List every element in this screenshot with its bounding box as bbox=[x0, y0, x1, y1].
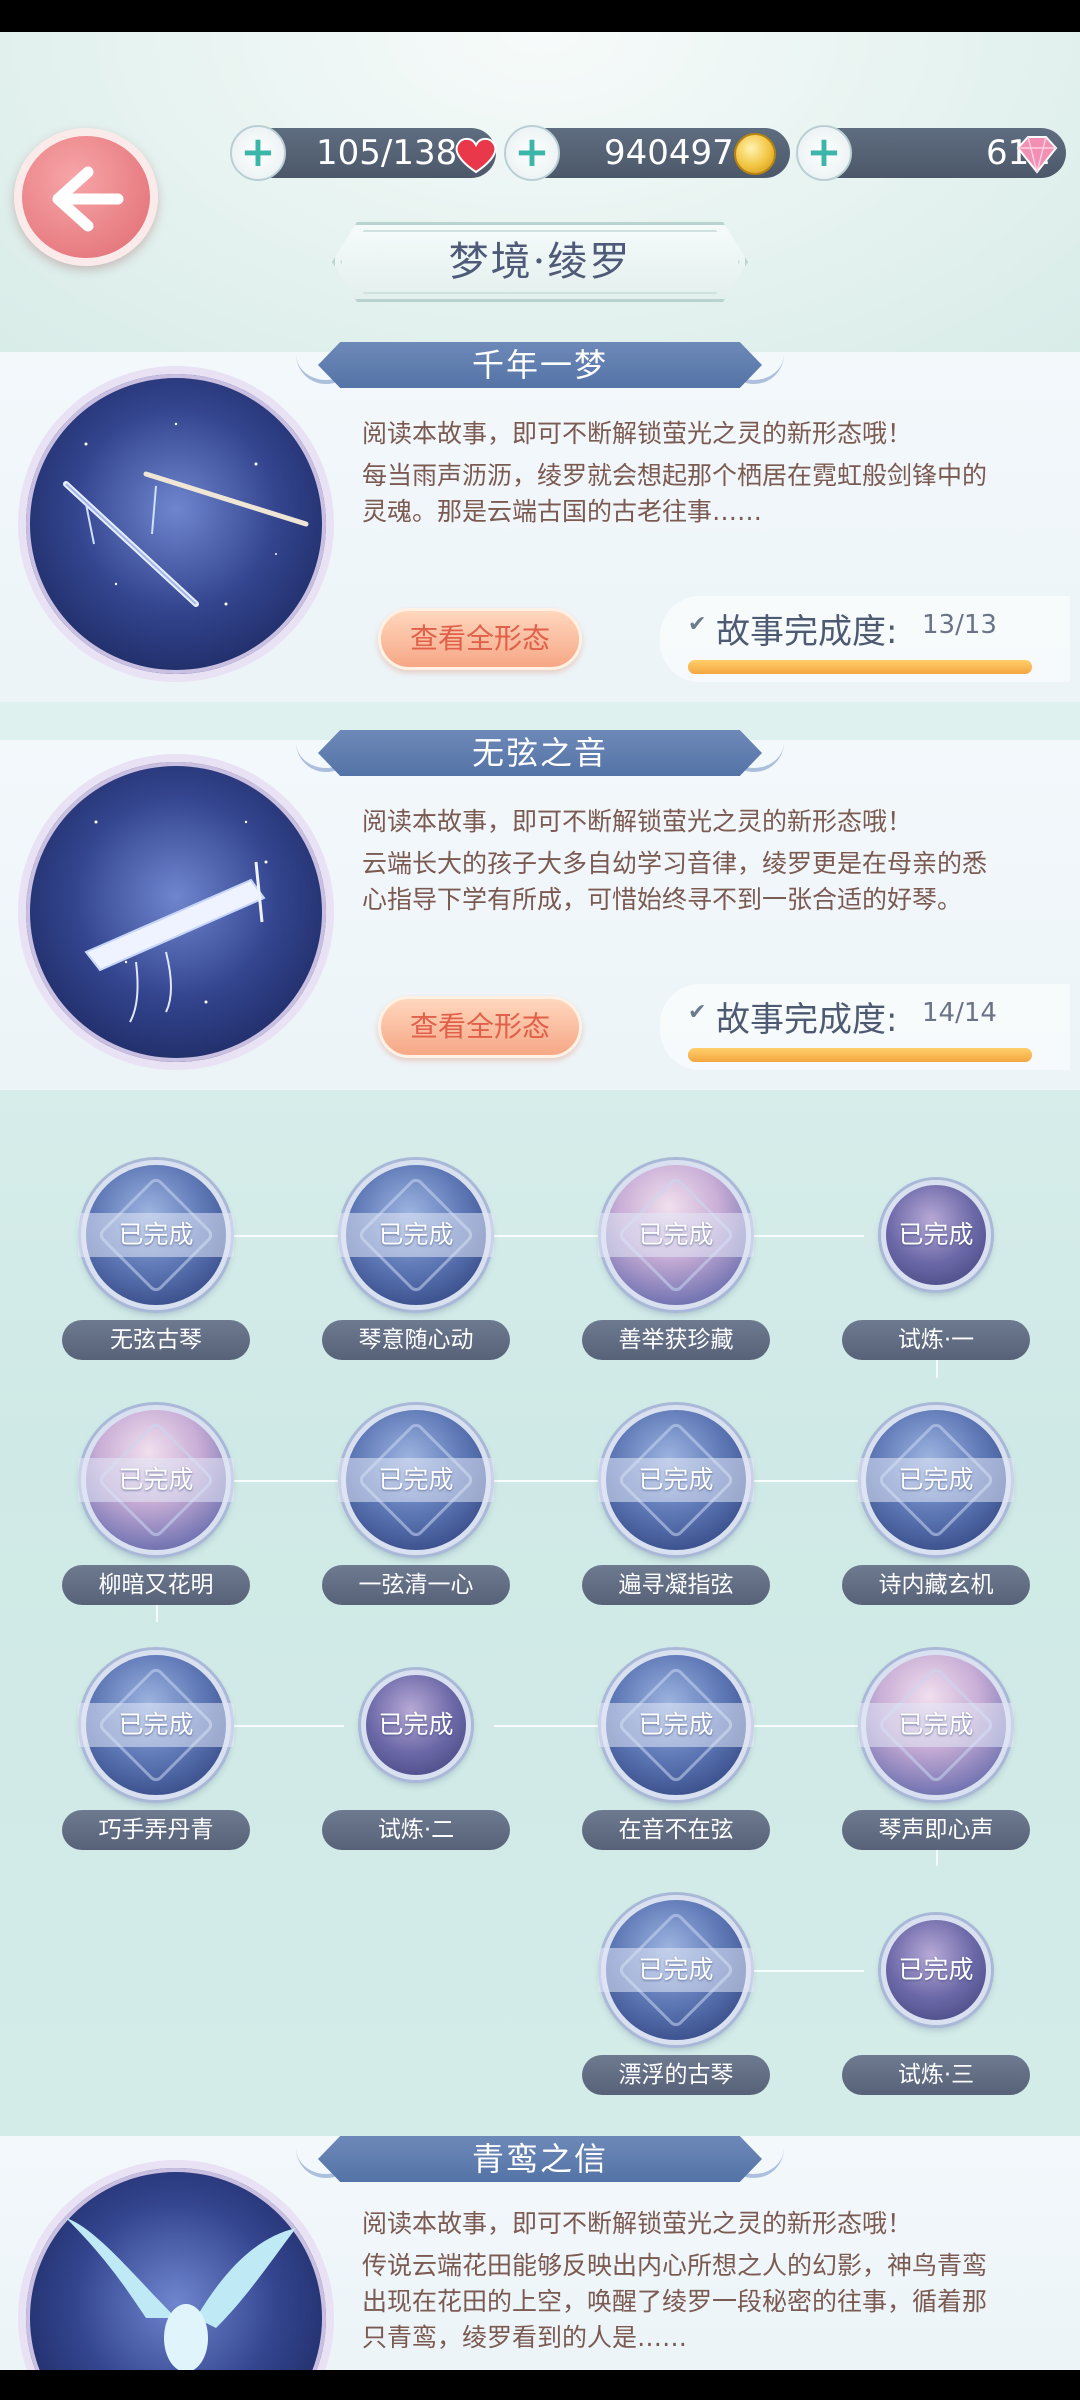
story-intro: 阅读本故事，即可不断解锁萤光之灵的新形态哦！ bbox=[362, 419, 913, 448]
story-intro: 阅读本故事，即可不断解锁萤光之灵的新形态哦！ bbox=[362, 807, 913, 836]
chapter-label: 巧手弄丹青 bbox=[62, 1810, 250, 1850]
stamina-value: 105/138 bbox=[316, 133, 458, 173]
add-gems-button[interactable]: + bbox=[796, 125, 852, 181]
plus-icon: + bbox=[514, 127, 550, 176]
view-all-forms-button[interactable]: 查看全形态 bbox=[378, 608, 582, 670]
chapter-label: 漂浮的古琴 bbox=[582, 2055, 770, 2095]
story-intro: 阅读本故事，即可不断解锁萤光之灵的新形态哦！ bbox=[362, 2209, 913, 2238]
chapter-label: 一弦清一心 bbox=[322, 1565, 510, 1605]
story-title: 无弦之音 bbox=[471, 734, 608, 772]
chapter-label: 诗内藏玄机 bbox=[842, 1565, 1030, 1605]
checkmark-icon: ✔ bbox=[688, 1000, 707, 1025]
coins-pill: + 940497 bbox=[504, 125, 790, 181]
chapter-node[interactable]: 已完成 在音不在弦 bbox=[582, 1650, 770, 1850]
story-description: 阅读本故事，即可不断解锁萤光之灵的新形态哦！ 云端长大的孩子大多自幼学习音律，绫… bbox=[362, 804, 1002, 924]
navigation-bar bbox=[0, 2370, 1080, 2400]
progress-value: 13/13 bbox=[922, 610, 997, 640]
chapter-label: 善举获珍藏 bbox=[582, 1320, 770, 1360]
chapter-node[interactable]: 已完成 琴声即心声 bbox=[842, 1650, 1030, 1850]
chapter-node[interactable]: 已完成 柳暗又花明 bbox=[62, 1405, 250, 1605]
progress-value: 14/14 bbox=[922, 998, 997, 1028]
chapter-label: 遍寻凝指弦 bbox=[582, 1565, 770, 1605]
page-title: 梦境·绫罗 bbox=[448, 239, 632, 285]
chapter-status: 已完成 bbox=[338, 1458, 494, 1502]
chapter-node[interactable]: 已完成 无弦古琴 bbox=[62, 1160, 250, 1360]
story-title: 青鸾之信 bbox=[471, 2140, 608, 2178]
progress-bar bbox=[688, 1048, 1032, 1062]
progress-bar-fill bbox=[688, 660, 1032, 674]
gems-pill: + 611 bbox=[796, 125, 1066, 181]
chapter-status: 已完成 bbox=[378, 1710, 454, 1739]
trial-node[interactable]: 已完成 试炼·二 bbox=[322, 1650, 510, 1850]
story-progress: ✔ 故事完成度: 14/14 bbox=[660, 984, 1070, 1070]
stamina-pill: + 105/138 bbox=[230, 125, 497, 181]
story-progress: ✔ 故事完成度: 13/13 bbox=[660, 596, 1070, 682]
chapter-label: 琴意随心动 bbox=[322, 1320, 510, 1360]
chapter-label: 在音不在弦 bbox=[582, 1810, 770, 1850]
chapter-status: 已完成 bbox=[598, 1458, 754, 1502]
zither-icon bbox=[84, 820, 268, 1023]
back-button[interactable] bbox=[14, 128, 158, 266]
chapter-status: 已完成 bbox=[858, 1458, 1014, 1502]
sword-emblem bbox=[18, 366, 334, 682]
chapter-status: 已完成 bbox=[598, 1213, 754, 1257]
progress-label: 故事完成度: bbox=[716, 1000, 898, 1040]
chapter-map: 已完成 无弦古琴 已完成 琴意随心动 已完成 善举获珍藏 已完成 试炼·一 已完… bbox=[0, 1090, 1080, 2135]
plus-icon: + bbox=[806, 127, 842, 176]
chapter-status: 已完成 bbox=[78, 1213, 234, 1257]
chapter-label: 试炼·二 bbox=[322, 1810, 510, 1850]
trial-node[interactable]: 已完成 试炼·三 bbox=[842, 1895, 1030, 2095]
status-bar bbox=[0, 0, 1080, 32]
story-text: 传说云端花田能够反映出内心所想之人的幻影，神鸟青鸾出现在花田的上空，唤醒了绫罗一… bbox=[362, 2251, 988, 2352]
chapter-label: 琴声即心声 bbox=[842, 1810, 1030, 1850]
chapter-node[interactable]: 已完成 琴意随心动 bbox=[322, 1160, 510, 1360]
trial-node[interactable]: 已完成 试炼·一 bbox=[842, 1160, 1030, 1360]
story-card-3: 青鸾之信 阅读本故事，即可不断解锁萤光之灵的新形态哦！ 传说云端花田能够反映出内… bbox=[0, 2136, 1080, 2370]
progress-bar bbox=[688, 660, 1032, 674]
chapter-status: 已完成 bbox=[598, 1703, 754, 1747]
add-coins-button[interactable]: + bbox=[504, 125, 560, 181]
chapter-node[interactable]: 已完成 诗内藏玄机 bbox=[842, 1405, 1030, 1605]
chapter-node[interactable]: 已完成 巧手弄丹青 bbox=[62, 1650, 250, 1850]
chapter-status: 已完成 bbox=[78, 1458, 234, 1502]
view-all-forms-button[interactable]: 查看全形态 bbox=[378, 996, 582, 1058]
arrow-left-icon bbox=[52, 166, 124, 232]
chapter-status: 已完成 bbox=[858, 1703, 1014, 1747]
story-card-1: 千年一梦 阅读本故事，即可不断解锁萤光之灵的新形态哦！ 每当雨声沥沥，绫罗就会想… bbox=[0, 342, 1080, 702]
story-card-2: 无弦之音 阅读本故事，即可不断解锁萤光之灵的新形态哦！ 云端长大的孩子大多自幼学… bbox=[0, 730, 1080, 1090]
chapter-label: 柳暗又花明 bbox=[62, 1565, 250, 1605]
chapter-node[interactable]: 已完成 漂浮的古琴 bbox=[582, 1895, 770, 2095]
chapter-node[interactable]: 已完成 善举获珍藏 bbox=[582, 1160, 770, 1360]
phoenix-emblem bbox=[18, 2160, 334, 2370]
chapter-label: 试炼·三 bbox=[842, 2055, 1030, 2095]
header bbox=[0, 32, 1080, 352]
add-stamina-button[interactable]: + bbox=[230, 125, 286, 181]
sword-icon bbox=[63, 422, 309, 607]
story-description: 阅读本故事，即可不断解锁萤光之灵的新形态哦！ 传说云端花田能够反映出内心所想之人… bbox=[362, 2206, 1002, 2362]
chapter-label: 无弦古琴 bbox=[62, 1320, 250, 1360]
chapter-status: 已完成 bbox=[898, 1955, 974, 1984]
phoenix-icon bbox=[66, 2218, 296, 2370]
chapter-status: 已完成 bbox=[898, 1220, 974, 1249]
gem-icon bbox=[1016, 136, 1058, 174]
plus-icon: + bbox=[240, 127, 276, 176]
chapter-status: 已完成 bbox=[598, 1948, 754, 1992]
chapter-label: 试炼·一 bbox=[842, 1320, 1030, 1360]
chapter-status: 已完成 bbox=[338, 1213, 494, 1257]
zither-emblem bbox=[18, 754, 334, 1070]
story-title: 千年一梦 bbox=[471, 346, 608, 384]
story-description: 阅读本故事，即可不断解锁萤光之灵的新形态哦！ 每当雨声沥沥，绫罗就会想起那个栖居… bbox=[362, 416, 1002, 536]
coin-icon bbox=[734, 133, 776, 175]
checkmark-icon: ✔ bbox=[688, 612, 707, 637]
chapter-node[interactable]: 已完成 一弦清一心 bbox=[322, 1405, 510, 1605]
chapter-status: 已完成 bbox=[78, 1703, 234, 1747]
story-text: 每当雨声沥沥，绫罗就会想起那个栖居在霓虹般剑锋中的灵魂。那是云端古国的古老往事…… bbox=[362, 461, 988, 526]
story-text: 云端长大的孩子大多自幼学习音律，绫罗更是在母亲的悉心指导下学有所成，可惜始终寻不… bbox=[362, 849, 988, 914]
heart-icon bbox=[455, 137, 497, 174]
progress-bar-fill bbox=[688, 1048, 1032, 1062]
coins-value: 940497 bbox=[604, 133, 734, 173]
progress-label: 故事完成度: bbox=[716, 612, 898, 652]
chapter-node[interactable]: 已完成 遍寻凝指弦 bbox=[582, 1405, 770, 1605]
